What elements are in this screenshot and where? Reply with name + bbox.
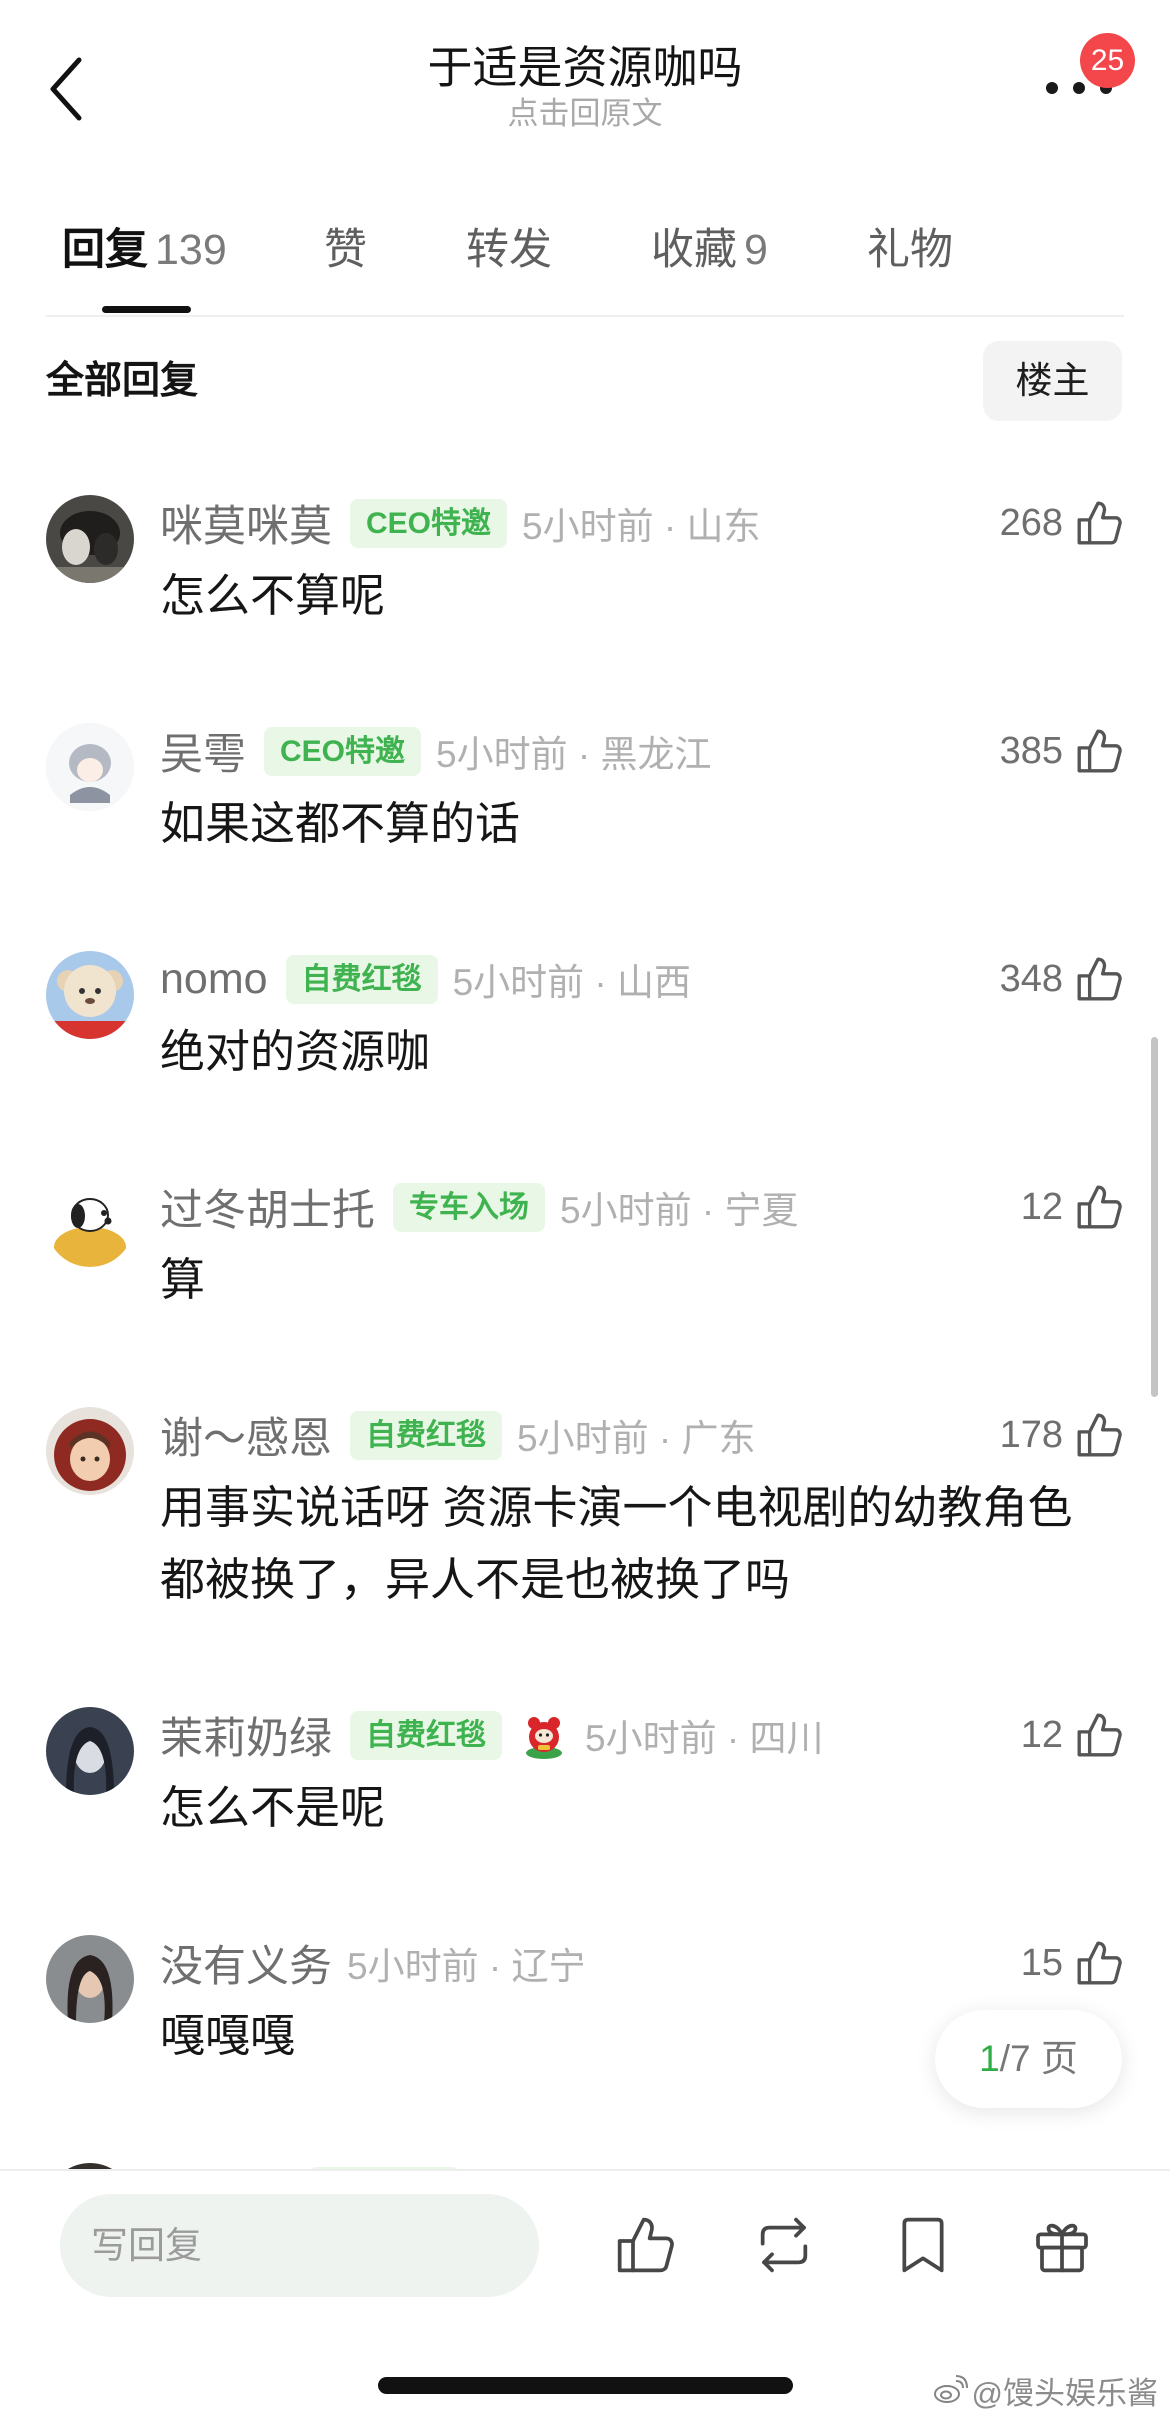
thumbs-up-icon[interactable]: [1074, 1938, 1124, 1988]
page-title: 于适是资源咖吗: [427, 42, 743, 93]
tab-reposts[interactable]: 转发: [466, 220, 552, 280]
thumbs-up-icon[interactable]: [1074, 1182, 1124, 1232]
total-pages: /7 页: [999, 2038, 1078, 2079]
thumbs-up-icon[interactable]: [1074, 1710, 1124, 1760]
comment-item[interactable]: 吴雩 CEO特邀 5小时前 · 黑龙江 385 如果这都不算的话: [0, 714, 1170, 942]
current-page: 1: [979, 2038, 1000, 2079]
comment-item[interactable]: 咪莫咪莫 CEO特邀 5小时前 · 山东 268 怎么不算呢: [0, 486, 1170, 714]
poster-only-button[interactable]: 楼主: [983, 341, 1122, 421]
all-replies-heading[interactable]: 全部回复: [46, 356, 198, 406]
tab-label: 礼物: [867, 226, 953, 274]
back-to-original-link[interactable]: 点击回原文: [0, 96, 1170, 132]
user-badge: 自费红毯: [350, 1710, 502, 1760]
timestamp-location: 5小时前 · 广东: [517, 1418, 756, 1459]
red-mascot-sticker-icon: [526, 1717, 562, 1759]
user-badge: 自费红毯: [350, 1410, 502, 1460]
thumbs-up-icon[interactable]: [1074, 498, 1124, 548]
timestamp-location: 5小时前 · 黑龙江: [436, 734, 712, 775]
like-control[interactable]: 385: [1000, 714, 1124, 788]
like-control[interactable]: 12: [1021, 1698, 1124, 1772]
like-control[interactable]: 268: [1000, 486, 1124, 560]
username[interactable]: 谢～感恩: [160, 1404, 332, 1466]
weibo-logo-icon: [933, 2375, 968, 2403]
comment-text[interactable]: 怎么不算呢: [160, 560, 1100, 632]
bookmark-icon[interactable]: [891, 2213, 955, 2277]
timestamp-location: 5小时前 · 山东: [522, 506, 761, 547]
avatar[interactable]: [46, 1179, 134, 1267]
avatar[interactable]: [46, 1407, 134, 1495]
comment-item[interactable]: nomo 自费红毯 5小时前 · 山西 348 绝对的资源咖: [0, 942, 1170, 1170]
tab-label: 赞: [324, 226, 367, 274]
comment-item[interactable]: 过冬胡士托 专车入场 5小时前 · 宁夏 12 算: [0, 1170, 1170, 1398]
timestamp-location: 5小时前 · 山西: [452, 962, 692, 1003]
username[interactable]: 咪莫咪莫: [160, 492, 332, 554]
username[interactable]: nomo: [160, 955, 268, 1004]
like-count: 178: [999, 1413, 1063, 1456]
watermark-text: @馒头娱乐酱: [971, 2375, 1158, 2411]
repost-icon[interactable]: [752, 2213, 816, 2277]
username[interactable]: 吴雩: [160, 720, 246, 782]
page-indicator[interactable]: 1/7 页: [935, 2010, 1122, 2108]
comment-item[interactable]: 茉莉奶绿 自费红毯 5小时前 · 四川 12 怎么不是呢: [0, 1698, 1170, 1926]
tab-favorites[interactable]: 收藏 9: [651, 220, 768, 280]
tab-label: 收藏: [651, 226, 737, 274]
avatar[interactable]: [46, 495, 134, 583]
home-indicator[interactable]: [378, 2377, 793, 2394]
like-count: 12: [1020, 1713, 1063, 1756]
avatar[interactable]: [46, 1707, 134, 1795]
tab-replies[interactable]: 回复 139: [62, 220, 227, 280]
user-badge: 自费红毯: [285, 954, 438, 1004]
like-count: 12: [1020, 1185, 1063, 1228]
watermark: @馒头娱乐酱: [932, 2370, 1158, 2411]
divider: [46, 315, 1124, 317]
comment-text[interactable]: 如果这都不算的话: [160, 788, 1100, 860]
user-badge: 专车入场: [393, 1182, 545, 1232]
comment-text[interactable]: 算: [160, 1244, 1100, 1316]
avatar[interactable]: [46, 951, 134, 1039]
tab-label: 回复: [62, 226, 148, 274]
like-count: 268: [999, 501, 1063, 544]
gift-icon[interactable]: [1030, 2213, 1094, 2277]
user-badge: CEO特邀: [350, 498, 508, 548]
comment-item[interactable]: 谢～感恩 自费红毯 5小时前 · 广东 178 用事实说话呀 资源卡演一个电视剧…: [0, 1398, 1170, 1698]
tab-gifts[interactable]: 礼物: [867, 220, 953, 280]
notification-badge[interactable]: 25: [1080, 33, 1135, 88]
username[interactable]: 茉莉奶绿: [160, 1704, 332, 1766]
username[interactable]: 过冬胡士托: [160, 1176, 375, 1238]
like-control[interactable]: 15: [1021, 1926, 1124, 2000]
timestamp-location: 5小时前 · 辽宁: [347, 1946, 586, 1987]
comment-text[interactable]: 用事实说话呀 资源卡演一个电视剧的幼教角色都被换了，异人不是也被换了吗: [160, 1472, 1100, 1616]
active-tab-indicator: [102, 306, 191, 313]
tab-label: 转发: [466, 226, 552, 274]
thumbs-up-icon[interactable]: [1074, 1410, 1124, 1460]
like-count: 15: [1020, 1941, 1063, 1984]
scrollbar[interactable]: [1151, 1037, 1158, 1397]
timestamp-location: 5小时前 · 宁夏: [560, 1190, 799, 1231]
like-control[interactable]: 178: [1000, 1398, 1124, 1472]
like-count: 348: [999, 957, 1063, 1000]
like-count: 385: [999, 729, 1063, 772]
tab-count: 139: [155, 226, 227, 274]
thumbs-up-icon[interactable]: [1074, 726, 1124, 776]
comment-text[interactable]: 绝对的资源咖: [160, 1016, 1100, 1088]
tab-count: 9: [744, 226, 768, 274]
like-control[interactable]: 12: [1021, 1170, 1124, 1244]
tab-likes[interactable]: 赞: [324, 220, 367, 280]
user-badge: CEO特邀: [264, 726, 422, 776]
avatar[interactable]: [46, 723, 134, 811]
comment-text[interactable]: 怎么不是呢: [160, 1772, 1100, 1844]
reply-input[interactable]: [60, 2194, 539, 2297]
thumbs-up-icon[interactable]: [613, 2213, 677, 2277]
username[interactable]: 没有义务: [160, 1932, 332, 1994]
avatar[interactable]: [46, 1935, 134, 2023]
timestamp-location: 5小时前 · 四川: [585, 1718, 824, 1759]
thumbs-up-icon[interactable]: [1074, 954, 1124, 1004]
like-control[interactable]: 348: [1000, 942, 1124, 1016]
